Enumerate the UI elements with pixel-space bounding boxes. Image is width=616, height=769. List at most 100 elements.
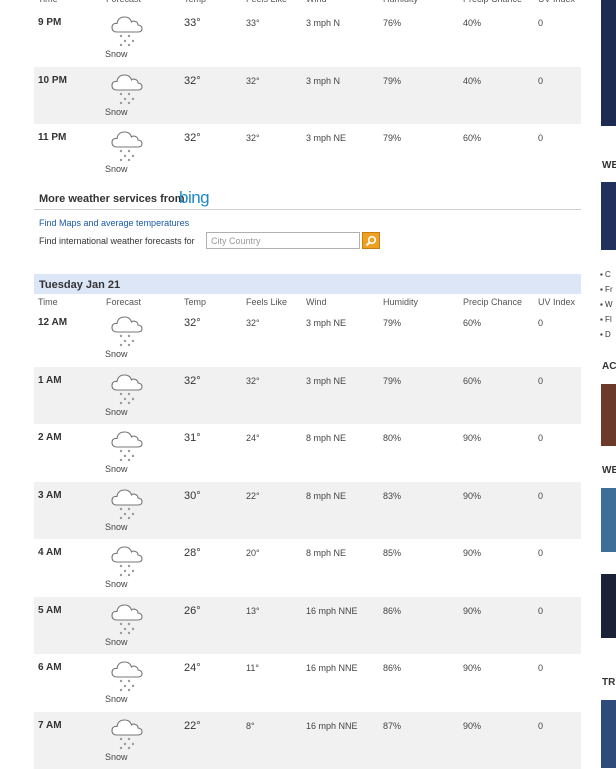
- sidebar-image[interactable]: [601, 384, 616, 446]
- row-feels-like: 32°: [246, 133, 260, 143]
- row-uv-index: 0: [538, 605, 544, 616]
- row-precip-chance: 60%: [463, 318, 482, 328]
- row-wind: 8 mph NE: [306, 490, 347, 501]
- col-uv-index: UV Index: [538, 297, 576, 307]
- row-uv-index: 0: [538, 663, 544, 673]
- snow-cloud-icon: [111, 431, 143, 462]
- row-uv-index: 0: [538, 133, 544, 143]
- forecast-row: 1 AM Snow 32° 32° 3 mph NE 79% 60% 0: [34, 366, 581, 424]
- row-uv-index: 0: [538, 433, 544, 443]
- row-precip-chance: 90%: [463, 490, 482, 501]
- row-feels-like: 8°: [246, 720, 255, 731]
- sidebar-heading: TR: [602, 677, 616, 688]
- forecast-row: 10 PM Snow 32° 32° 3 mph N 79% 40% 0: [34, 66, 581, 124]
- forecast-cell: Snow: [102, 657, 148, 704]
- snow-cloud-icon: [111, 373, 143, 404]
- forecast-row: 4 AM Snow 28° 20° 8 mph NE 85% 90% 0: [34, 539, 581, 596]
- row-time: 10 PM: [38, 74, 67, 86]
- row-precip-chance: 60%: [463, 133, 482, 143]
- col-time: Time: [38, 0, 58, 4]
- row-humidity: 80%: [383, 433, 402, 443]
- forecast-row: 12 AM Snow 32° 32° 3 mph NE 79% 60% 0: [34, 309, 581, 366]
- col-forecast: Forecast: [106, 0, 141, 4]
- row-time: 7 AM: [38, 719, 62, 731]
- row-temp: 26°: [184, 604, 201, 617]
- forecast-row: 3 AM Snow 30° 22° 8 mph NE 83% 90% 0: [34, 481, 581, 539]
- forecast-condition: Snow: [105, 579, 128, 589]
- row-feels-like: 13°: [246, 605, 260, 616]
- row-humidity: 79%: [383, 318, 402, 328]
- row-uv-index: 0: [538, 75, 544, 86]
- forecast-condition: Snow: [105, 406, 128, 417]
- row-uv-index: 0: [538, 375, 544, 386]
- forecast-condition: Snow: [105, 464, 128, 474]
- row-humidity: 86%: [383, 605, 402, 616]
- sidebar-image[interactable]: [601, 574, 616, 638]
- row-precip-chance: 90%: [463, 720, 482, 731]
- row-precip-chance: 40%: [463, 18, 482, 28]
- forecast-row: 9 PM Snow 33° 33° 3 mph N 76% 40% 0: [34, 9, 581, 66]
- forecast-cell: Snow: [102, 12, 148, 59]
- row-humidity: 79%: [383, 375, 402, 386]
- sidebar-bullet-link[interactable]: ▪ C: [600, 270, 611, 279]
- row-feels-like: 33°: [246, 18, 260, 28]
- row-temp: 33°: [184, 17, 201, 29]
- snow-cloud-icon: [111, 718, 143, 749]
- row-temp: 31°: [184, 432, 201, 444]
- sidebar-bullet-link[interactable]: ▪ Fl: [600, 315, 612, 324]
- sidebar-heading: WE: [602, 465, 616, 476]
- sidebar-image[interactable]: [601, 700, 616, 768]
- forecast-row: 6 AM Snow 24° 11° 16 mph NNE 86% 90% 0: [34, 654, 581, 711]
- forecast-condition: Snow: [105, 164, 128, 174]
- forecast-cell: Snow: [102, 312, 148, 359]
- forecast-row: 7 AM Snow 22° 8° 16 mph NNE 87% 90% 0: [34, 711, 581, 769]
- snow-cloud-icon: [111, 488, 143, 519]
- row-temp: 24°: [184, 662, 201, 674]
- sidebar-image[interactable]: [601, 488, 616, 552]
- column-header-row: Time Forecast Temp Feels Like Wind Humid…: [34, 0, 581, 9]
- search-button[interactable]: [362, 232, 380, 249]
- row-wind: 3 mph NE: [306, 375, 347, 386]
- forecast-cell: Snow: [102, 70, 148, 117]
- col-humidity: Humidity: [383, 0, 418, 4]
- bing-logo[interactable]: bing: [179, 188, 210, 208]
- row-humidity: 83%: [383, 490, 402, 501]
- col-humidity: Humidity: [383, 297, 419, 307]
- divider: [34, 209, 581, 210]
- day-label: Tuesday Jan 21: [39, 279, 121, 291]
- forecast-condition: Snow: [105, 636, 128, 647]
- forecast-cell: Snow: [102, 427, 148, 474]
- row-time: 11 PM: [38, 132, 67, 143]
- row-time: 5 AM: [38, 604, 62, 616]
- maps-link[interactable]: Find Maps and average temperatures: [39, 218, 189, 228]
- right-sidebar: WE ▪ C ▪ Fr ▪ W ▪ Fl ▪ D AC WE TR: [600, 0, 616, 768]
- city-country-input[interactable]: [206, 232, 360, 249]
- row-precip-chance: 90%: [463, 663, 482, 673]
- row-time: 12 AM: [38, 317, 68, 328]
- row-humidity: 87%: [383, 720, 402, 731]
- row-humidity: 85%: [383, 548, 402, 558]
- sidebar-bullet-link[interactable]: ▪ D: [600, 330, 611, 339]
- sidebar-image[interactable]: [601, 182, 616, 250]
- forecast-cell: Snow: [102, 370, 148, 417]
- sidebar-image[interactable]: [601, 0, 616, 126]
- sidebar-bullet-link[interactable]: ▪ Fr: [600, 285, 613, 294]
- col-feels-like: Feels Like: [246, 297, 288, 307]
- forecast-condition: Snow: [105, 751, 128, 762]
- sidebar-heading: AC: [602, 361, 616, 372]
- row-time: 9 PM: [38, 17, 62, 28]
- intl-forecast-label: Find international weather forecasts for: [39, 236, 195, 246]
- forecast-row: 11 PM Snow 32° 32° 3 mph NE 79% 60% 0: [34, 124, 581, 181]
- row-feels-like: 24°: [246, 433, 260, 443]
- col-forecast: Forecast: [106, 297, 142, 307]
- col-wind: Wind: [306, 297, 327, 307]
- row-humidity: 79%: [383, 75, 402, 86]
- row-temp: 30°: [184, 489, 201, 502]
- row-precip-chance: 90%: [463, 605, 482, 616]
- row-wind: 16 mph NNE: [306, 605, 358, 616]
- col-uv-index: UV Index: [538, 0, 575, 4]
- row-feels-like: 32°: [246, 318, 260, 328]
- row-wind: 16 mph NNE: [306, 663, 358, 673]
- sidebar-bullet-link[interactable]: ▪ W: [600, 300, 613, 309]
- row-feels-like: 32°: [246, 375, 260, 386]
